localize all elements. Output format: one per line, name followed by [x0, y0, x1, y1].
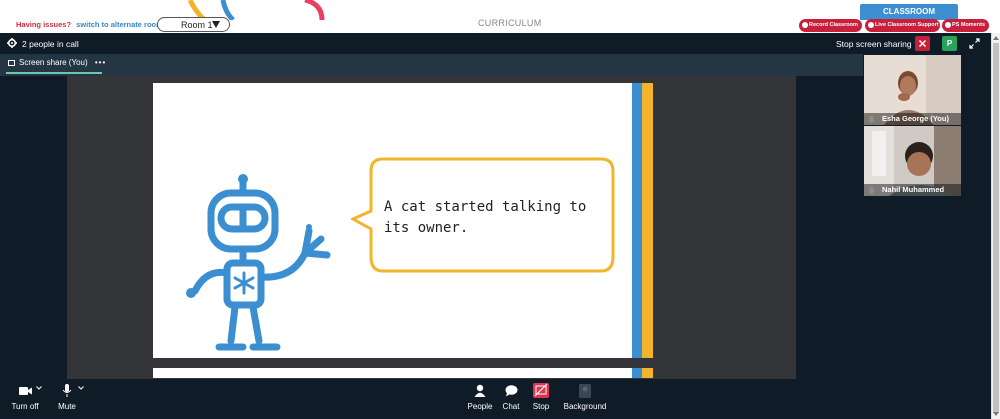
screen-share-tab-label: Screen share (You) — [19, 58, 88, 67]
record-classroom-label: Record Classroom — [809, 22, 858, 28]
call-toolbar: Turn off Mute People Chat Stop Backgroun… — [0, 379, 991, 419]
record-classroom-button[interactable]: Record Classroom — [799, 19, 862, 32]
people-label: People — [467, 402, 493, 411]
close-icon — [918, 39, 927, 48]
switch-room-link[interactable]: switch to alternate room — [76, 20, 163, 29]
user-avatar[interactable]: P — [942, 36, 957, 51]
issues-text: Having issues? — [16, 20, 72, 29]
scroll-down-arrow-icon[interactable] — [993, 412, 999, 416]
classroom-tab[interactable]: CLASSROOM — [860, 4, 958, 20]
participant-name: Esha George (You) — [864, 113, 961, 125]
room-select-value: Room 1 — [181, 20, 213, 30]
more-options-icon[interactable]: ••• — [95, 58, 106, 67]
stop-share-icon — [533, 383, 549, 398]
chevron-down-icon[interactable] — [36, 385, 42, 391]
chat-bubble-icon — [505, 385, 518, 397]
mute-label: Mute — [58, 402, 76, 411]
slide-stripe-blue — [632, 368, 642, 378]
page-scrollbar[interactable] — [991, 33, 1000, 419]
decorative-arc-red — [304, 0, 325, 20]
call-header: 2 people in call Stop screen sharing P — [0, 33, 991, 54]
screen-share-tab[interactable]: Screen share (You) ••• — [6, 58, 106, 74]
chevron-down-icon[interactable] — [78, 385, 84, 391]
screen-share-icon — [8, 60, 15, 66]
ps-moments-label: PS Moments — [952, 22, 986, 28]
background-icon — [579, 384, 591, 398]
people-button[interactable]: People — [464, 379, 496, 419]
issues-notice: Having issues? switch to alternate room — [16, 20, 163, 29]
app-root: Having issues? switch to alternate room … — [0, 0, 1000, 419]
camera-icon — [19, 387, 32, 395]
chat-button[interactable]: Chat — [499, 379, 523, 419]
fullscreen-icon[interactable] — [967, 36, 982, 51]
speech-bubble-text: A cat started talking to its owner. — [384, 199, 587, 236]
stop-sharing-button[interactable] — [915, 36, 930, 51]
slide-stripe-yellow — [642, 83, 653, 358]
turn-off-label: Turn off — [11, 402, 39, 411]
next-slide-preview — [153, 368, 653, 378]
share-tab-bar: Screen share (You) ••• — [0, 54, 863, 76]
background-button[interactable]: Background — [562, 379, 608, 419]
participant-tile[interactable]: Esha George (You) — [864, 55, 961, 125]
gear-icon[interactable] — [7, 38, 17, 48]
live-support-button[interactable]: Live Classroom Support — [865, 19, 940, 32]
robot-illustration — [186, 174, 331, 351]
active-tab-indicator — [6, 72, 102, 74]
slide-stripe-blue — [632, 83, 642, 358]
live-support-label: Live Classroom Support — [875, 22, 939, 28]
support-icon — [868, 22, 874, 28]
stop-label: Stop — [532, 402, 550, 411]
people-icon — [474, 384, 486, 397]
stop-share-button[interactable]: Stop — [529, 379, 553, 419]
ps-moments-button[interactable]: PS Moments — [942, 19, 989, 32]
caret-down-icon — [212, 21, 220, 28]
stop-screen-sharing-label: Stop screen sharing — [836, 39, 912, 49]
room-select[interactable]: Room 1 — [157, 17, 230, 32]
scrollbar-thumb[interactable] — [993, 43, 999, 413]
chat-label: Chat — [502, 402, 520, 411]
slide-stripe-yellow — [642, 368, 653, 378]
curriculum-tab[interactable]: CURRICULUM — [478, 18, 542, 28]
participant-name: Nahil Muhammed — [864, 184, 961, 196]
background-label: Background — [563, 402, 607, 411]
people-in-call-count: 2 people in call — [22, 39, 79, 49]
moments-icon — [945, 22, 951, 28]
record-icon — [802, 22, 808, 28]
participant-tile[interactable]: Nahil Muhammed — [864, 126, 961, 196]
scroll-up-arrow-icon[interactable] — [993, 36, 999, 40]
microphone-icon — [62, 384, 72, 397]
top-bar: Having issues? switch to alternate room … — [0, 0, 1000, 33]
